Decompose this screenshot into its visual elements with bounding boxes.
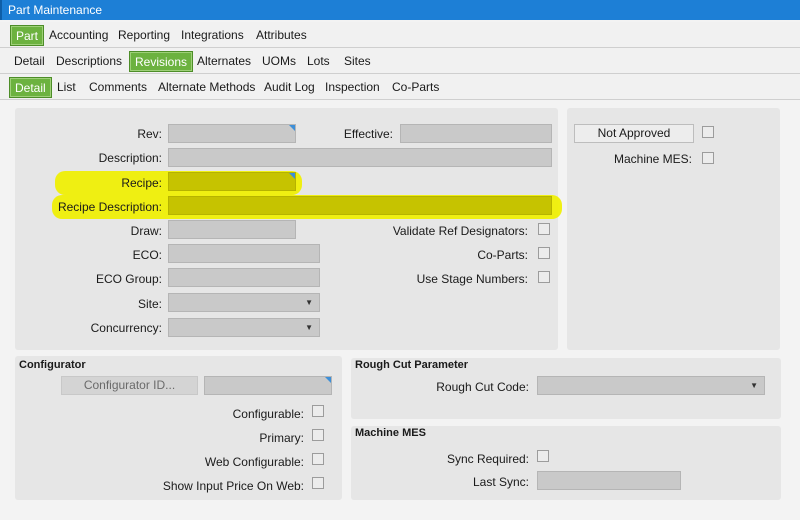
tab-list[interactable]: List [52, 77, 81, 98]
site-select[interactable]: ▼ [168, 293, 320, 312]
main-tab-bar: Part Accounting Reporting Integrations A… [0, 22, 800, 48]
machine-mes-title: Machine MES [355, 427, 426, 439]
draw-input[interactable] [168, 220, 296, 239]
sync-required-label: Sync Required: [446, 452, 529, 466]
tab-lots[interactable]: Lots [302, 51, 335, 72]
dropdown-arrow-icon: ▼ [750, 381, 758, 390]
description-input[interactable] [168, 148, 552, 167]
detail-tab-bar: Detail List Comments Alternate Methods A… [0, 74, 800, 100]
tab-audit-log[interactable]: Audit Log [259, 77, 320, 98]
sub-tab-bar: Detail Descriptions Revisions Alternates… [0, 48, 800, 74]
eco-group-input[interactable] [168, 268, 320, 287]
recipe-label: Recipe: [121, 176, 162, 190]
draw-label: Draw: [130, 224, 162, 238]
primary-label: Primary: [259, 431, 304, 445]
primary-checkbox[interactable] [312, 429, 324, 441]
web-configurable-checkbox[interactable] [312, 453, 324, 465]
rev-input[interactable] [168, 124, 296, 143]
site-label: Site: [137, 297, 162, 311]
tab-reporting[interactable]: Reporting [113, 25, 175, 46]
validate-ref-designators-checkbox[interactable] [538, 223, 550, 235]
eco-group-label: ECO Group: [95, 272, 162, 286]
eco-label: ECO: [132, 248, 162, 262]
description-label: Description: [98, 151, 162, 165]
recipe-description-input[interactable] [168, 196, 552, 215]
tab-descriptions[interactable]: Descriptions [51, 51, 127, 72]
eco-input[interactable] [168, 244, 320, 263]
rough-cut-title: Rough Cut Parameter [355, 359, 469, 371]
tab-part[interactable]: Part [10, 25, 45, 46]
approved-checkbox[interactable] [702, 126, 714, 138]
effective-input[interactable] [400, 124, 552, 143]
rough-cut-code-select[interactable]: ▼ [537, 376, 765, 395]
show-input-price-label: Show Input Price On Web: [162, 479, 304, 493]
not-approved-button[interactable]: Not Approved [574, 124, 694, 143]
show-input-price-checkbox[interactable] [312, 477, 324, 489]
tab-revisions[interactable]: Revisions [129, 51, 194, 72]
rough-cut-code-label: Rough Cut Code: [436, 380, 529, 394]
web-configurable-label: Web Configurable: [204, 455, 304, 469]
recipe-description-label: Recipe Description: [57, 200, 162, 214]
last-sync-label: Last Sync: [472, 475, 529, 489]
tab-detail[interactable]: Detail [9, 51, 50, 72]
configurator-id-input[interactable] [204, 376, 332, 395]
validate-ref-designators-label: Validate Ref Designators: [392, 224, 528, 238]
sync-required-checkbox[interactable] [537, 450, 549, 462]
configurator-title: Configurator [19, 359, 86, 371]
concurrency-select[interactable]: ▼ [168, 318, 320, 337]
tab-comments[interactable]: Comments [84, 77, 152, 98]
tab-co-parts[interactable]: Co-Parts [387, 77, 444, 98]
tab-revision-detail[interactable]: Detail [9, 77, 52, 98]
configurator-id-button[interactable]: Configurator ID... [61, 376, 198, 395]
tab-inspection[interactable]: Inspection [320, 77, 385, 98]
tab-alternates[interactable]: Alternates [192, 51, 256, 72]
machine-mes-checkbox[interactable] [702, 152, 714, 164]
window-title: Part Maintenance [0, 0, 800, 20]
machine-mes-label: Machine MES: [613, 152, 692, 166]
tab-alternate-methods[interactable]: Alternate Methods [153, 77, 260, 98]
approval-panel [567, 108, 780, 350]
tab-uoms[interactable]: UOMs [257, 51, 301, 72]
configurable-checkbox[interactable] [312, 405, 324, 417]
dropdown-arrow-icon: ▼ [305, 298, 313, 307]
configurable-label: Configurable: [232, 407, 304, 421]
dropdown-arrow-icon: ▼ [305, 323, 313, 332]
tab-sites[interactable]: Sites [339, 51, 376, 72]
use-stage-numbers-label: Use Stage Numbers: [416, 272, 528, 286]
tab-attributes[interactable]: Attributes [251, 25, 312, 46]
co-parts-label: Co-Parts: [477, 248, 528, 262]
recipe-input[interactable] [168, 172, 296, 191]
concurrency-label: Concurrency: [90, 321, 162, 335]
co-parts-checkbox[interactable] [538, 247, 550, 259]
tab-integrations[interactable]: Integrations [176, 25, 249, 46]
last-sync-input[interactable] [537, 471, 681, 490]
effective-label: Effective: [343, 127, 393, 141]
tab-accounting[interactable]: Accounting [44, 25, 113, 46]
rev-label: Rev: [137, 127, 162, 141]
use-stage-numbers-checkbox[interactable] [538, 271, 550, 283]
